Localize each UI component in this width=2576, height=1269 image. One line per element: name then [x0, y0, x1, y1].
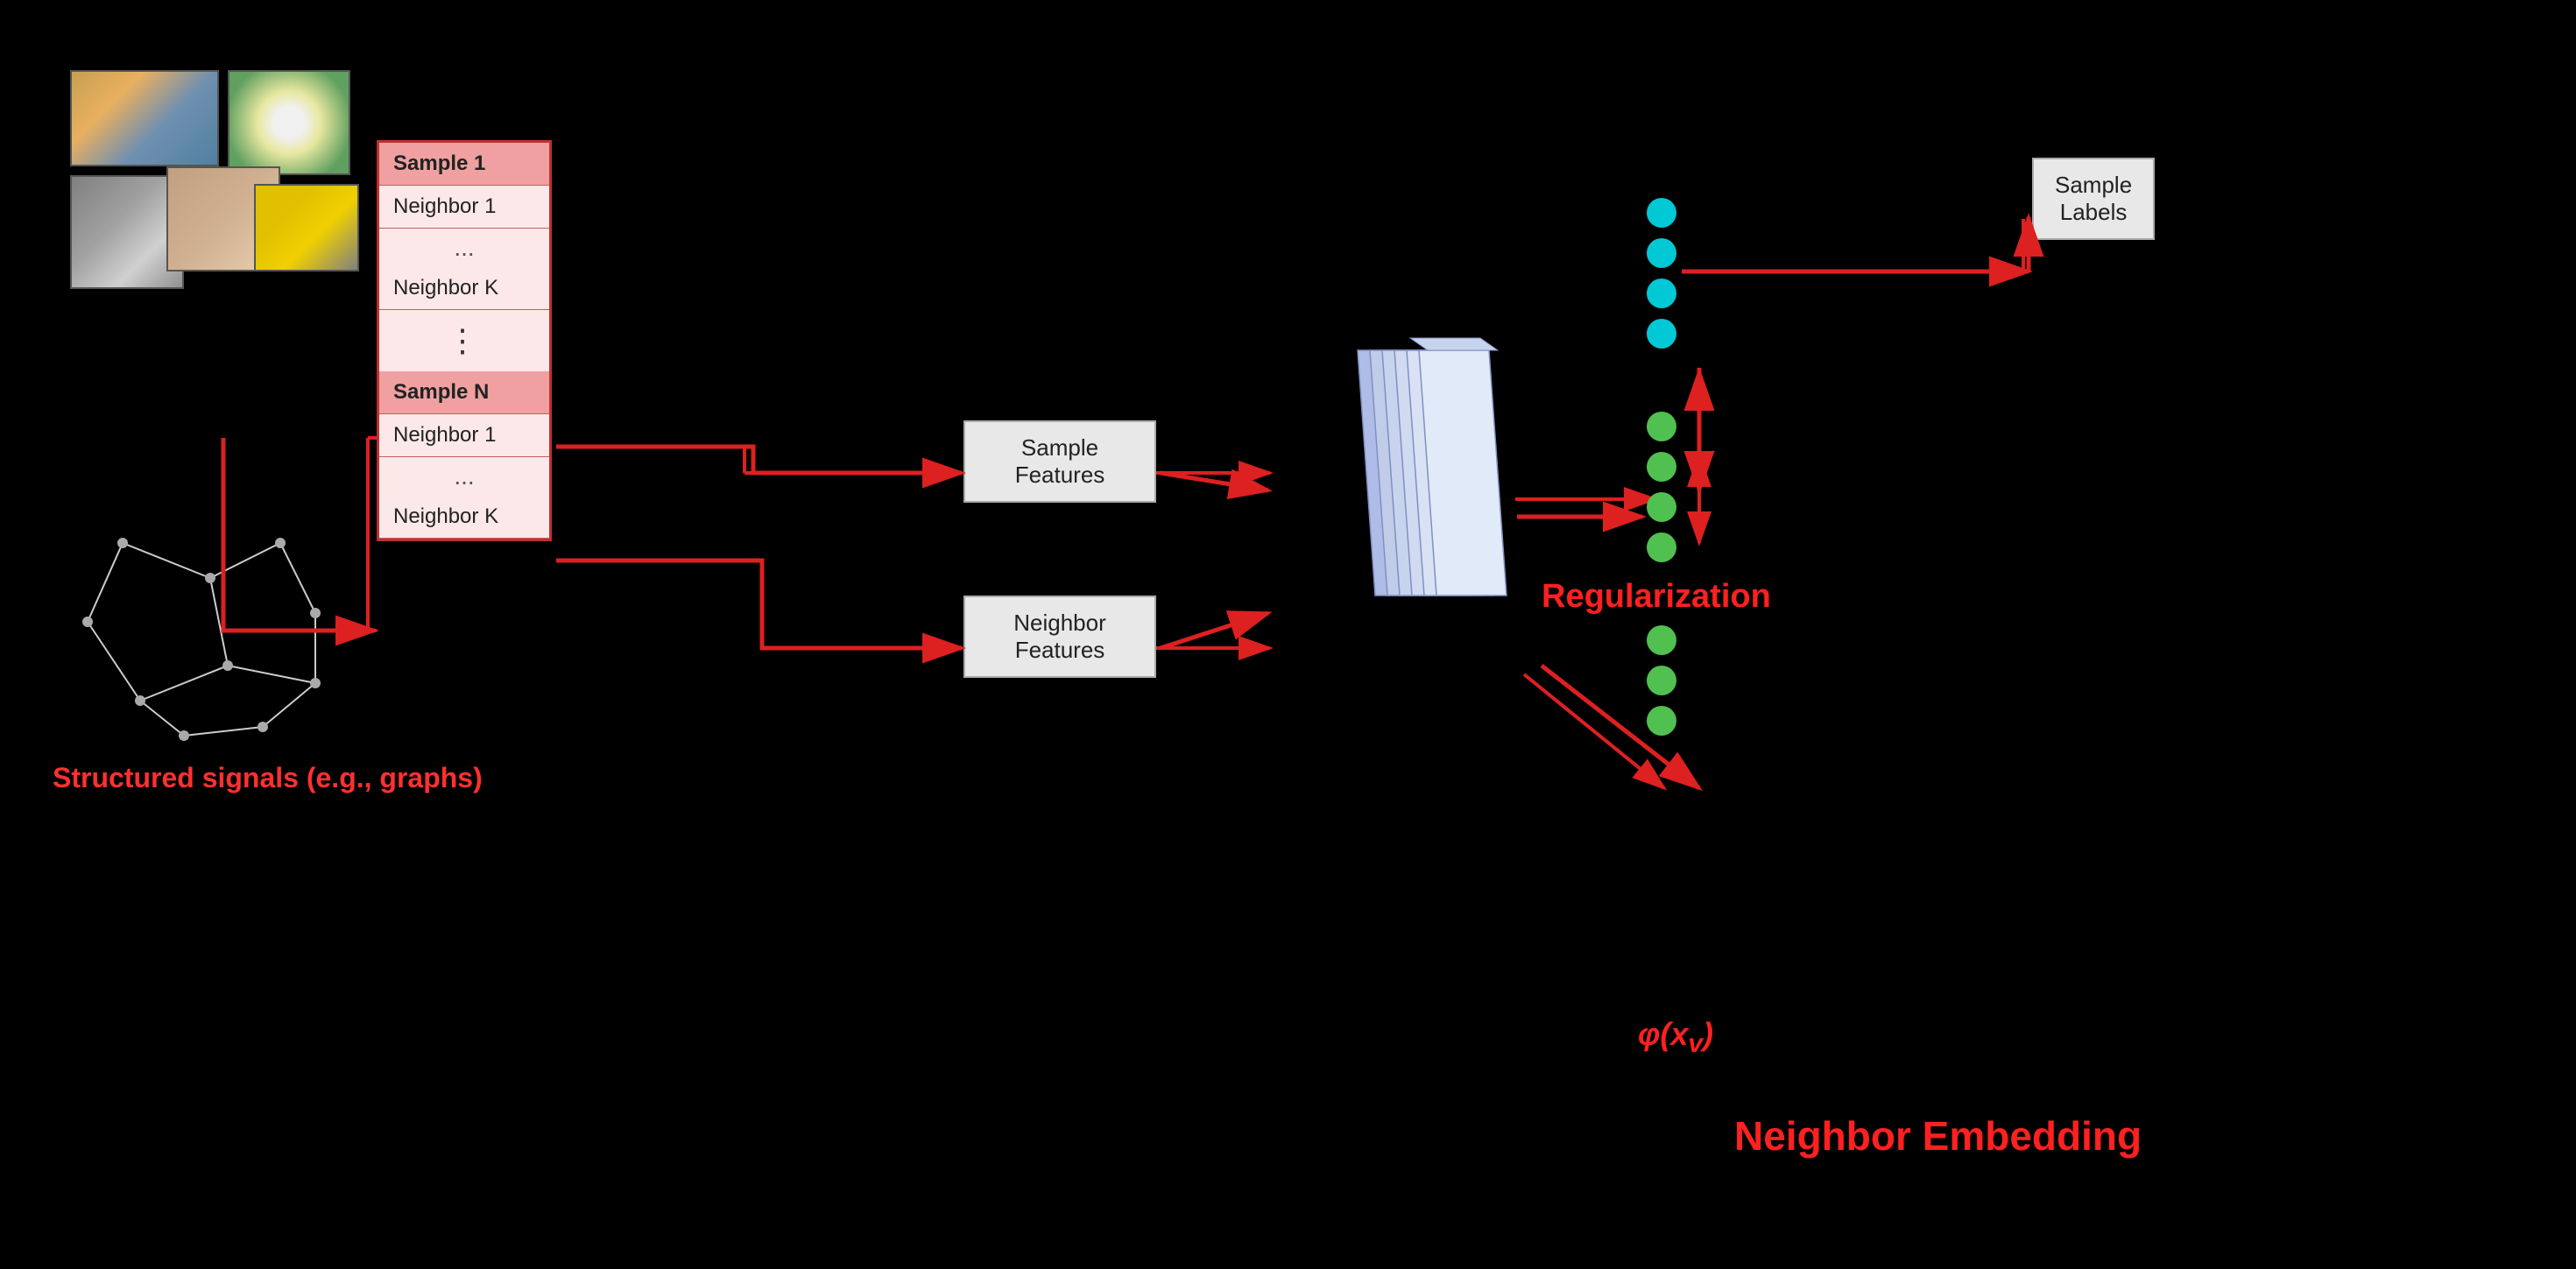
table-row-sample1: Sample 1	[379, 143, 549, 186]
dot-green-1	[1647, 412, 1676, 441]
car-image	[254, 184, 359, 271]
table-row-neighbor1-a: Neighbor 1	[379, 186, 549, 229]
table-row-samplen: Sample N	[379, 371, 549, 414]
structured-signals-label: Structured signals (e.g., graphs)	[53, 762, 483, 794]
dot-green-4	[1647, 532, 1676, 562]
sample-labels-box: SampleLabels	[2032, 158, 2155, 240]
dot-green-2	[1647, 452, 1676, 482]
sample-table: Sample 1 Neighbor 1 ... Neighbor K ⋮ Sam…	[377, 140, 552, 541]
table-dots: ⋮	[379, 310, 549, 371]
dot-green-6	[1647, 666, 1676, 695]
nn-layers	[1270, 333, 1515, 666]
dot-green-5	[1647, 625, 1676, 655]
table-row-neighbork-b: Neighbor K	[379, 496, 549, 539]
graph-container	[53, 490, 368, 753]
sample-features-box: SampleFeatures	[963, 420, 1156, 503]
dot-cyan-1	[1647, 198, 1676, 228]
flower-image	[228, 70, 350, 175]
table-row-neighbork-a: Neighbor K	[379, 267, 549, 310]
dot-cyan-2	[1647, 238, 1676, 268]
bridge-image	[70, 70, 219, 166]
dot-cyan-4	[1647, 319, 1676, 349]
dots-column	[1647, 193, 1676, 741]
table-ellipsis-a: ...	[379, 229, 549, 267]
neighbor-features-box: NeighborFeatures	[963, 596, 1156, 678]
table-row-neighbor1-b: Neighbor 1	[379, 414, 549, 457]
phi-label: φ(xv)	[1638, 1016, 1713, 1059]
dot-green-7	[1647, 706, 1676, 736]
images-collage	[70, 70, 359, 298]
neighbor-embedding-label: Neighbor Embedding	[1734, 1112, 2142, 1160]
table-ellipsis-b: ...	[379, 457, 549, 496]
regularization-label: Regularization	[1542, 578, 1771, 616]
dot-green-3	[1647, 492, 1676, 522]
dot-cyan-3	[1647, 278, 1676, 308]
